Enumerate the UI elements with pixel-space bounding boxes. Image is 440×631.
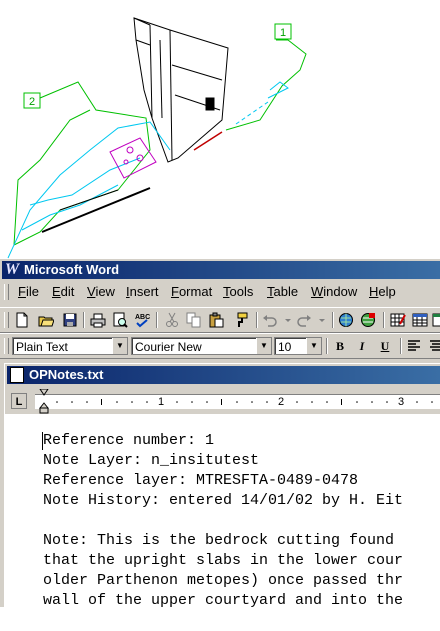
menu-insert[interactable]: Insert bbox=[126, 281, 159, 303]
word-app-icon: W bbox=[4, 261, 20, 278]
document-line[interactable]: wall of the upper courtyard and into the bbox=[43, 591, 403, 611]
print-icon[interactable] bbox=[90, 312, 106, 328]
document-line[interactable] bbox=[43, 611, 412, 631]
tables-borders-icon[interactable] bbox=[390, 312, 406, 328]
font-size-dropdown[interactable]: 10 ▼ bbox=[274, 337, 322, 355]
insert-table-icon[interactable] bbox=[412, 312, 428, 328]
document-line[interactable]: Note Layer: n_insitutest bbox=[43, 451, 259, 471]
chevron-down-icon[interactable]: ▼ bbox=[306, 338, 321, 354]
insert-hyperlink-icon[interactable] bbox=[338, 312, 354, 328]
font-dropdown[interactable]: Courier New ▼ bbox=[131, 337, 272, 355]
cad-label-1: 1 bbox=[280, 27, 286, 39]
style-value: Plain Text bbox=[16, 340, 68, 354]
formatting-toolbar: Plain Text ▼ Courier New ▼ 10 ▼ B I U bbox=[0, 333, 440, 359]
standard-toolbar: ABC bbox=[0, 307, 440, 333]
toolbar-separator bbox=[383, 312, 385, 328]
document-line[interactable]: older Parthenon metopes) once passed thr bbox=[43, 571, 403, 591]
font-value: Courier New bbox=[135, 340, 202, 354]
menu-edit[interactable]: Edit bbox=[52, 281, 74, 303]
toolbar-separator bbox=[156, 312, 158, 328]
app-title: Microsoft Word bbox=[24, 262, 120, 277]
document-icon bbox=[10, 367, 24, 383]
document-title-bar[interactable]: OPNotes.txt bbox=[7, 366, 440, 384]
menu-help[interactable]: Help bbox=[369, 281, 396, 303]
document-line[interactable]: Reference layer: MTRESFTA-0489-0478 bbox=[43, 471, 358, 491]
svg-text:ABC: ABC bbox=[135, 314, 150, 321]
chevron-down-icon[interactable]: ▼ bbox=[256, 338, 271, 354]
menu-tools[interactable]: Tools bbox=[223, 281, 253, 303]
toolbar-separator bbox=[83, 312, 85, 328]
save-icon[interactable] bbox=[62, 312, 78, 328]
bold-button[interactable]: B bbox=[331, 338, 349, 354]
document-title: OPNotes.txt bbox=[29, 367, 104, 382]
copy-icon[interactable] bbox=[186, 312, 202, 328]
standard-toolbar-grip[interactable] bbox=[4, 312, 9, 328]
align-left-icon[interactable] bbox=[406, 338, 422, 354]
document-line[interactable]: Note: This is the bedrock cutting found bbox=[43, 531, 394, 551]
cad-drawing: 1 2 bbox=[7, 17, 307, 259]
undo-icon[interactable] bbox=[262, 312, 278, 328]
menu-view[interactable]: View bbox=[87, 281, 115, 303]
tab-selector-button[interactable]: L bbox=[11, 393, 27, 409]
toolbar-separator bbox=[400, 338, 402, 354]
menu-bar-grip[interactable] bbox=[4, 284, 9, 300]
redo-dropdown-icon[interactable] bbox=[314, 312, 330, 328]
format-painter-icon[interactable] bbox=[232, 312, 248, 328]
new-document-icon[interactable] bbox=[14, 312, 30, 328]
cad-building-outline bbox=[133, 17, 229, 163]
web-toolbar-icon[interactable] bbox=[360, 312, 376, 328]
document-line[interactable]: Reference number: 1 bbox=[43, 431, 214, 451]
ruler-number: 1 bbox=[158, 396, 165, 408]
cad-label-2: 2 bbox=[29, 96, 35, 108]
chevron-down-icon[interactable]: ▼ bbox=[112, 338, 127, 354]
font-size-value: 10 bbox=[278, 340, 292, 354]
document-window: OPNotes.txt L 1 2 3 Reference number: 1 … bbox=[4, 363, 440, 609]
document-line[interactable]: that the upright slabs in the lower cour bbox=[43, 551, 403, 571]
ruler-ticks bbox=[56, 399, 433, 405]
redo-icon[interactable] bbox=[296, 312, 312, 328]
word-window: W Microsoft Word File Edit View Insert F… bbox=[0, 259, 440, 609]
menu-format[interactable]: Format bbox=[171, 281, 212, 303]
cut-icon[interactable] bbox=[164, 312, 180, 328]
menu-file[interactable]: File bbox=[18, 281, 39, 303]
cad-cyan-outline bbox=[7, 81, 289, 259]
print-preview-icon[interactable] bbox=[112, 312, 128, 328]
app-title-bar[interactable]: W Microsoft Word bbox=[2, 261, 440, 279]
cad-base-wall bbox=[41, 131, 223, 233]
toolbar-separator bbox=[332, 312, 334, 328]
paste-icon[interactable] bbox=[208, 312, 224, 328]
align-center-icon[interactable] bbox=[428, 338, 440, 354]
italic-button[interactable]: I bbox=[353, 338, 371, 354]
toolbar-separator bbox=[326, 338, 328, 354]
ruler-number: 2 bbox=[278, 396, 285, 408]
ruler-number: 3 bbox=[398, 396, 405, 408]
document-line[interactable]: Note History: entered 14/01/02 by H. Eit bbox=[43, 491, 403, 511]
ruler-strip[interactable]: 1 2 3 bbox=[35, 389, 440, 414]
insert-excel-icon[interactable] bbox=[432, 312, 440, 328]
formatting-toolbar-grip[interactable] bbox=[4, 338, 9, 354]
underline-button[interactable]: U bbox=[376, 338, 394, 354]
menu-bar: File Edit View Insert Format Tools Table… bbox=[0, 281, 440, 303]
toolbar-separator bbox=[256, 312, 258, 328]
menu-table[interactable]: Table bbox=[267, 281, 298, 303]
document-page[interactable]: Reference number: 1 Note Layer: n_insitu… bbox=[5, 414, 440, 609]
horizontal-ruler: L 1 2 3 bbox=[5, 388, 440, 414]
open-folder-icon[interactable] bbox=[38, 312, 54, 328]
undo-dropdown-icon[interactable] bbox=[280, 312, 296, 328]
menu-window[interactable]: Window bbox=[311, 281, 357, 303]
style-dropdown[interactable]: Plain Text ▼ bbox=[12, 337, 128, 355]
spelling-grammar-icon[interactable]: ABC bbox=[134, 312, 150, 328]
